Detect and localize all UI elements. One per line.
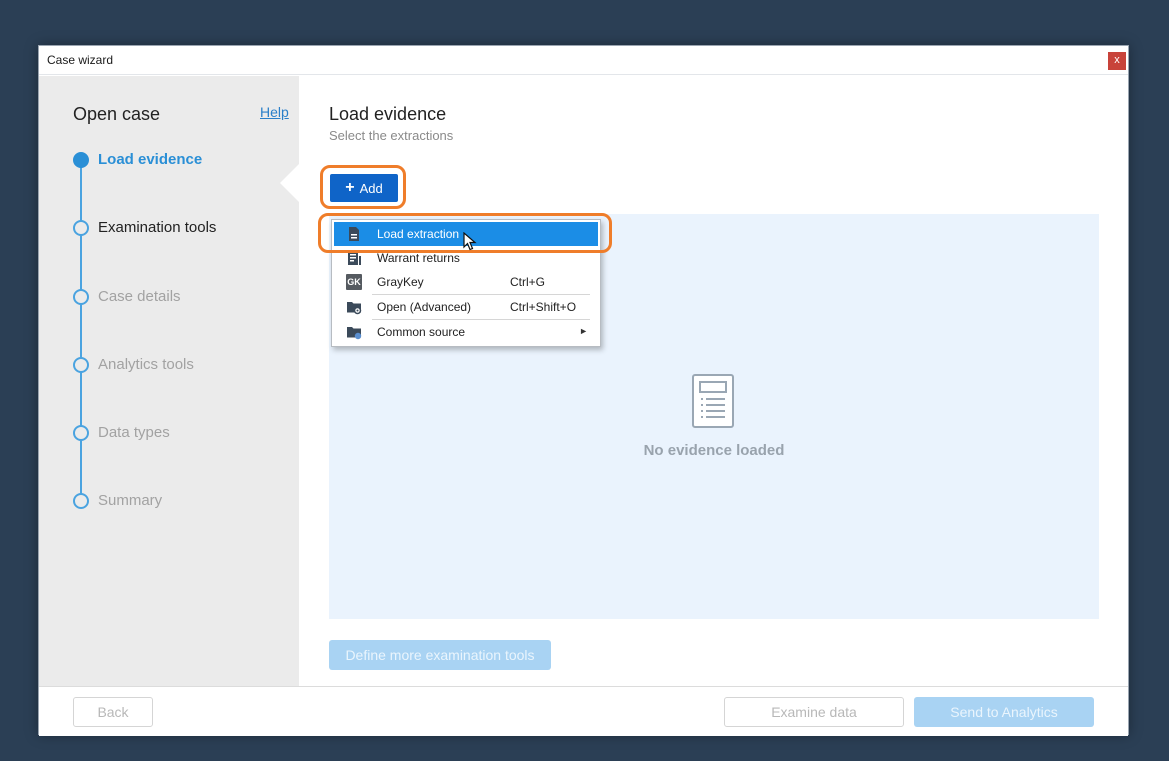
menu-item-shortcut: Ctrl+G [510, 275, 546, 289]
step-label: Analytics tools [98, 356, 194, 373]
menu-item-common-source[interactable]: Common source ► [334, 320, 598, 344]
menu-item-label: Warrant returns [377, 251, 460, 265]
step-label: Examination tools [98, 219, 217, 236]
stepper-line [80, 160, 82, 500]
mouse-cursor-icon [463, 232, 477, 251]
folder-gear-icon [347, 302, 362, 315]
menu-item-graykey[interactable]: GK GrayKey Ctrl+G [334, 270, 598, 294]
wizard-sidebar: Open case Help Load evidence Examination… [39, 76, 299, 686]
menu-item-label: Common source [377, 325, 466, 339]
add-button[interactable]: + Add [330, 174, 398, 202]
step-label: Case details [98, 288, 181, 305]
document-icon [692, 374, 734, 428]
step-dot-icon [73, 220, 89, 236]
menu-item-open-advanced[interactable]: Open (Advanced) Ctrl+Shift+O [334, 295, 598, 319]
back-button[interactable]: Back [73, 697, 153, 727]
add-button-label: Add [359, 180, 383, 196]
step-dot-icon [73, 152, 89, 168]
step-dot-icon [73, 425, 89, 441]
examine-data-button[interactable]: Examine data [724, 697, 904, 727]
send-to-analytics-button[interactable]: Send to Analytics [914, 697, 1094, 727]
define-examination-tools-button[interactable]: Define more examination tools [329, 640, 551, 670]
step-dot-icon [73, 289, 89, 305]
step-label: Load evidence [98, 151, 203, 168]
empty-state-text: No evidence loaded [643, 442, 785, 459]
page-title: Load evidence [329, 104, 447, 124]
sidebar-title: Open case [73, 104, 161, 124]
active-step-pointer [280, 164, 299, 202]
menu-item-label: Open (Advanced) [377, 300, 472, 314]
help-link[interactable]: Help [260, 104, 289, 120]
step-dot-icon [73, 357, 89, 373]
page-subtitle: Select the extractions [329, 128, 454, 143]
step-dot-icon [73, 493, 89, 509]
window-title: Case wizard [47, 53, 114, 67]
graykey-icon: GK [346, 274, 362, 290]
title-bar: Case wizard x [39, 46, 1128, 75]
submenu-arrow-icon: ► [579, 326, 588, 336]
menu-item-label: GrayKey [377, 275, 424, 289]
folder-source-icon [347, 327, 362, 340]
step-label: Summary [98, 492, 163, 509]
wizard-footer: Back Examine data Send to Analytics [39, 686, 1128, 736]
close-button[interactable]: x [1108, 52, 1126, 70]
menu-item-shortcut: Ctrl+Shift+O [510, 300, 577, 314]
case-wizard-window: Case wizard x Open case Help Load eviden… [38, 45, 1129, 736]
plus-icon: + [345, 179, 355, 196]
step-label: Data types [98, 424, 170, 441]
